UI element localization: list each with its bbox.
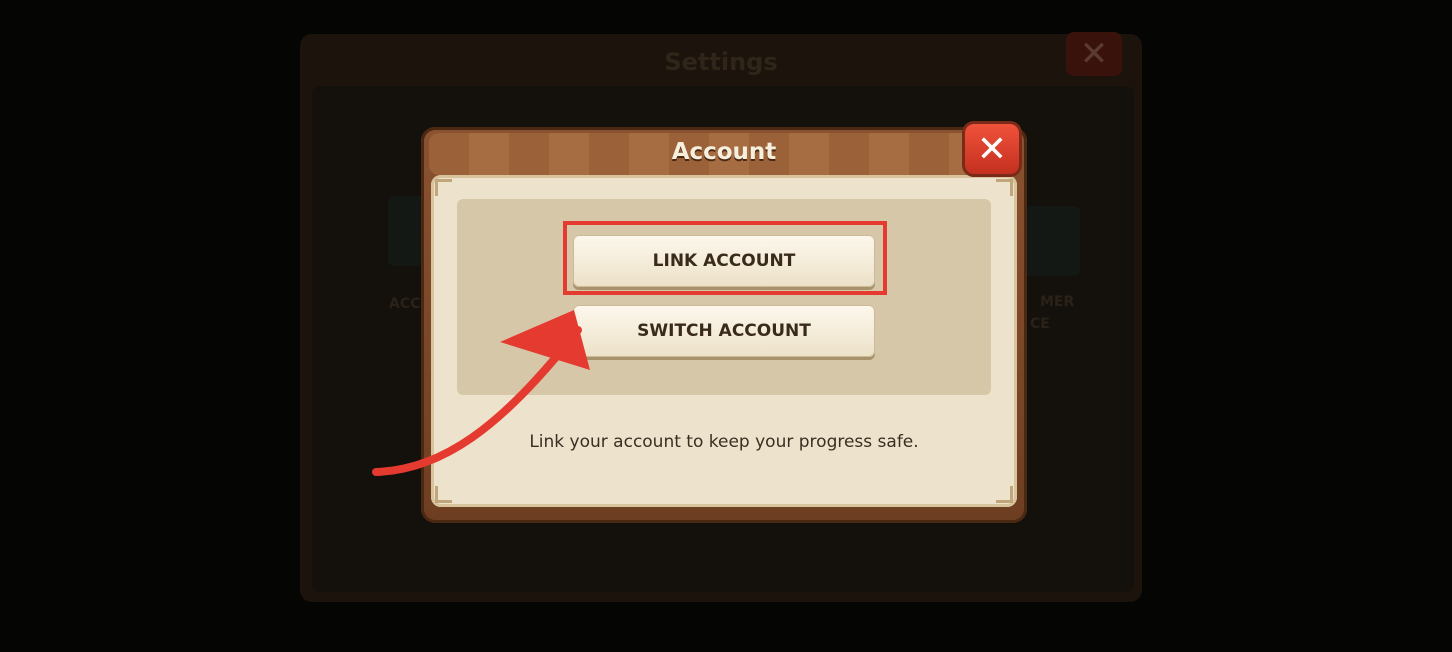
arrow-annotation (372, 310, 590, 476)
